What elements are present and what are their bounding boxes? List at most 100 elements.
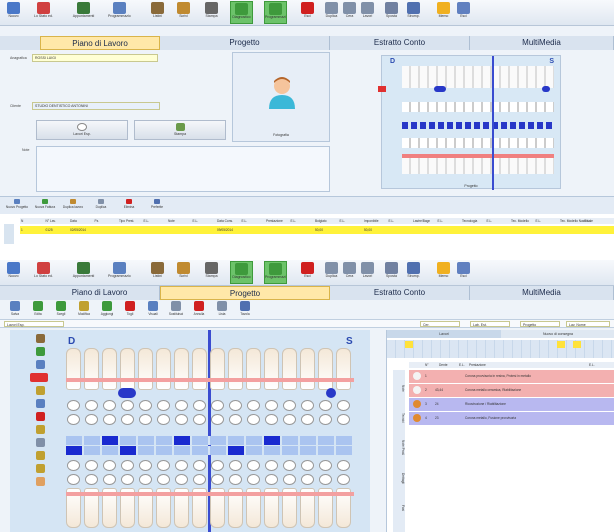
tooth[interactable] (174, 348, 189, 390)
column-header[interactable]: Lastre/Bagn (412, 218, 437, 224)
ribbon-button-jobs[interactable]: Lavori (356, 1, 379, 24)
occlusal-upper[interactable] (265, 414, 278, 425)
selected-number[interactable] (228, 446, 244, 455)
column-header[interactable]: Note (167, 218, 192, 224)
tooth[interactable] (138, 348, 153, 390)
column-header[interactable]: E.L. (486, 218, 511, 224)
dental-chart-large[interactable]: D S (10, 330, 370, 532)
occlusal-lower[interactable] (301, 474, 314, 485)
tab-estratto-conto[interactable]: Estratto Conto (330, 36, 470, 50)
ribbon-button-schedule[interactable]: Programmazione (108, 261, 131, 284)
occlusal-lower[interactable] (193, 474, 206, 485)
occlusal-lower[interactable] (157, 460, 170, 471)
palette-tool-icon[interactable] (36, 451, 45, 460)
column-header[interactable]: Tipo Prest. (118, 218, 143, 224)
side-tab[interactable]: Tecnici (393, 404, 405, 432)
palette-tool-icon[interactable] (36, 399, 45, 408)
tab-consegna[interactable]: Nuovo di consegna (501, 330, 614, 338)
palette-tool-icon[interactable] (36, 477, 45, 486)
tooth[interactable] (192, 348, 207, 390)
ribbon-button-program[interactable]: Programmazione (264, 261, 287, 284)
occlusal-upper[interactable] (283, 400, 296, 411)
occlusal-upper[interactable] (283, 414, 296, 425)
column-header[interactable]: Tec. Modello (510, 218, 535, 224)
tooth[interactable] (318, 348, 333, 390)
occlusal-lower[interactable] (85, 460, 98, 471)
occlusal-upper[interactable] (103, 414, 116, 425)
tooth[interactable] (246, 348, 261, 390)
note-textarea[interactable] (36, 146, 330, 192)
column-header[interactable]: E.L. (535, 218, 560, 224)
numbers-row[interactable] (66, 446, 354, 455)
column-header[interactable]: E.L. (241, 218, 266, 224)
tab-multimedia[interactable]: MultiMedia (470, 286, 614, 300)
project-toolbar-button[interactable]: Annulla (188, 301, 210, 319)
ribbon-button-schedule[interactable]: Programmazione (108, 1, 131, 24)
ribbon-button-new[interactable]: Nuovo (2, 1, 25, 24)
ribbon-button-list[interactable]: Listini (146, 1, 169, 24)
ribbon-button-jobs[interactable]: Lavori (356, 261, 379, 284)
tab-progetto[interactable]: Progetto (160, 286, 330, 300)
occlusal-lower[interactable] (121, 460, 134, 471)
ribbon-button-write[interactable]: Scrivi (172, 261, 195, 284)
column-header[interactable]: N° (425, 362, 439, 368)
occlusal-lower[interactable] (211, 460, 224, 471)
occlusal-upper[interactable] (265, 400, 278, 411)
column-header[interactable]: E.L. (584, 218, 609, 224)
job-toolbar-button[interactable]: Duplica lavoro (60, 199, 86, 213)
lavori-esp-button[interactable]: Lavori Esp. (36, 120, 128, 140)
palette-tool-icon[interactable] (36, 412, 45, 421)
occlusal-upper[interactable] (193, 400, 206, 411)
occlusal-lower[interactable] (121, 474, 134, 485)
occlusal-lower[interactable] (103, 474, 116, 485)
occlusal-upper[interactable] (319, 400, 332, 411)
tooth[interactable] (336, 348, 351, 390)
search-progetto-field[interactable]: Progetto (520, 321, 560, 327)
column-header[interactable]: Tec. Modello Nazionale (559, 218, 593, 224)
project-toolbar-button[interactable]: Lista (211, 301, 233, 319)
palette-tool-icon[interactable] (36, 334, 45, 343)
column-header[interactable]: Data (69, 218, 94, 224)
selected-tooth-cell[interactable] (557, 341, 565, 348)
cliente-field[interactable]: STUDIO DENTISTICO ANTONINI (32, 102, 160, 110)
occlusal-lower[interactable] (265, 460, 278, 471)
tooth[interactable] (228, 348, 243, 390)
job-toolbar-button[interactable]: Nuovo Progetto (4, 199, 30, 213)
filter-field[interactable]: Lavori Esp. (4, 321, 64, 327)
ribbon-button-door[interactable]: Esci (452, 1, 475, 24)
palette-tool-icon[interactable] (36, 360, 45, 369)
tooth[interactable] (156, 348, 171, 390)
selected-tooth-cell[interactable] (573, 341, 581, 348)
ribbon-button-exit[interactable]: Esci (296, 261, 319, 284)
palette-tool-icon[interactable] (36, 386, 45, 395)
occlusal-upper[interactable] (229, 414, 242, 425)
project-toolbar-button[interactable]: Modifica (73, 301, 95, 319)
job-toolbar-button[interactable]: Preferite (144, 199, 170, 213)
occlusal-lower[interactable] (337, 460, 350, 471)
occlusal-upper[interactable] (139, 400, 152, 411)
selected-number[interactable] (102, 436, 118, 445)
occlusal-upper[interactable] (301, 400, 314, 411)
occlusal-upper[interactable] (85, 400, 98, 411)
tab-multimedia[interactable]: MultiMedia (470, 36, 614, 50)
dental-chart-small[interactable]: D S Progetto (378, 55, 561, 190)
column-header[interactable]: Prestazione (265, 218, 290, 224)
column-header[interactable]: E.L. (589, 362, 609, 368)
ribbon-button-program[interactable]: Programmazione (264, 1, 287, 24)
occlusal-upper[interactable] (103, 400, 116, 411)
column-header[interactable]: Pz. (94, 218, 119, 224)
occlusal-upper[interactable] (301, 414, 314, 425)
ribbon-button-state[interactable]: Lo Stato ed. (32, 261, 55, 284)
palette-tool-icon[interactable] (36, 425, 45, 434)
occlusal-lower[interactable] (103, 460, 116, 471)
selected-number[interactable] (120, 446, 136, 455)
ribbon-button-exit[interactable]: Esci (296, 1, 319, 24)
occlusal-upper[interactable] (211, 414, 224, 425)
occlusal-lower[interactable] (319, 474, 332, 485)
palette-tool-icon[interactable] (36, 464, 45, 473)
occlusal-lower[interactable] (283, 474, 296, 485)
occlusal-lower[interactable] (229, 460, 242, 471)
occlusal-upper[interactable] (247, 400, 260, 411)
occlusal-lower[interactable] (247, 460, 260, 471)
ribbon-button-list[interactable]: Listini (146, 261, 169, 284)
